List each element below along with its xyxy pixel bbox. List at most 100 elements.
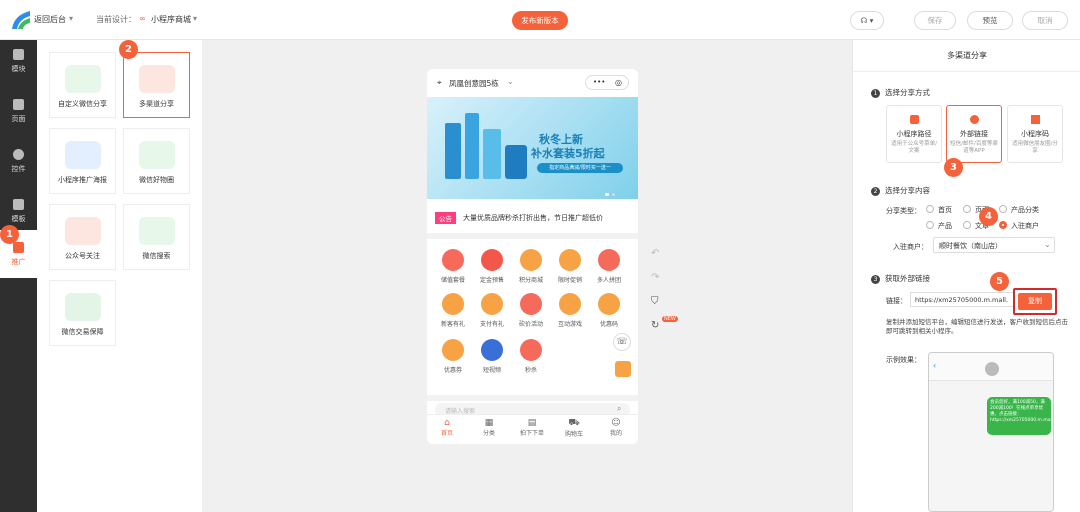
wechat-icon: [64, 65, 101, 93]
product-bottle: [483, 129, 501, 179]
carousel-dots[interactable]: [605, 189, 617, 196]
publish-new-version-button[interactable]: 发布新版本: [512, 11, 568, 30]
tab-cart[interactable]: ⛟ 购物车: [560, 418, 588, 438]
gift-card-icon: [442, 249, 464, 271]
contact-avatar: [985, 362, 999, 376]
share-arrow-icon[interactable]: ↻: [651, 320, 659, 331]
link-input-value: https://xm25705000.m.mall.: [915, 296, 1009, 304]
chevron-down-icon[interactable]: ▾: [69, 14, 73, 23]
chevron-down-icon[interactable]: ▾: [193, 14, 197, 23]
tab-home[interactable]: ⌂ 首页: [433, 418, 461, 437]
card-custom-wechat-share[interactable]: 自定义微信分享: [49, 52, 116, 118]
top-bar: 返回后台 ▾ 当前设计： ∞ 小程序商城 ▾ 发布新版本 ☊ ▾ 保存 预览 取…: [0, 0, 1080, 40]
grid-item[interactable]: 短视频: [474, 339, 510, 374]
copy-button[interactable]: 复制: [1018, 293, 1052, 310]
settings-panel: 多渠道分享 1 选择分享方式 小程序路径 适用于公众号菜单/文案 外部链接 短信/邮件…: [852, 40, 1080, 512]
grid-item[interactable]: 储值套餐: [435, 249, 471, 284]
path-icon: [909, 115, 919, 124]
capsule-menu[interactable]: ••• ◎: [585, 75, 629, 90]
grid-item[interactable]: 互动游戏: [552, 293, 588, 328]
radio-home[interactable]: 首页: [926, 205, 952, 215]
radio-product[interactable]: 产品: [926, 221, 952, 231]
preview-button[interactable]: 预览: [967, 11, 1013, 30]
step-badge-5: 5: [990, 272, 1009, 291]
merchant-select-value: 顺时餐饮（南山店）: [939, 242, 1002, 250]
banner[interactable]: 秋冬上新 补水套装5折起 指定商品满减/限时买一送一: [427, 97, 638, 199]
grid-item[interactable]: 秒杀: [513, 339, 549, 374]
nav-item-pages[interactable]: 页面: [0, 90, 37, 140]
option-miniprogram-path[interactable]: 小程序路径 适用于公众号菜单/文案: [886, 105, 942, 163]
option-miniprogram-code[interactable]: 小程序码 适用微信朋友圈/分享: [1007, 105, 1063, 163]
sms-bubble: 会员您好，满100减50，满200减100！在线点单享优惠，点击链接：https…: [987, 397, 1051, 435]
home-icon: ⌂: [444, 418, 450, 428]
seckill-icon: [520, 339, 542, 361]
grid-item[interactable]: 新客有礼: [435, 293, 471, 328]
toggle-icon: [13, 149, 24, 160]
link-input[interactable]: https://xm25705000.m.mall.: [910, 292, 1015, 307]
example-label: 示例效果：: [886, 356, 921, 364]
grid-item[interactable]: 支付有礼: [474, 293, 510, 328]
new-tag: NEW: [662, 316, 678, 322]
heart-icon: [64, 217, 101, 245]
section-share-method-title: 1 选择分享方式: [871, 87, 930, 98]
current-design-label: 当前设计：: [96, 15, 136, 24]
flash-sale-icon: [559, 249, 581, 271]
option-external-link[interactable]: 外部链接 短信/邮件/百度等渠道等APP: [946, 105, 1002, 163]
radio-product-category[interactable]: 产品分类: [999, 205, 1039, 215]
close-circle-icon[interactable]: ◎: [615, 78, 622, 87]
grid-icon: ▦: [484, 418, 494, 428]
nav-item-modules[interactable]: 模块: [0, 40, 37, 90]
grid-item[interactable]: 限时促销: [552, 249, 588, 284]
grid-item[interactable]: 多人拼团: [591, 249, 627, 284]
grid-item[interactable]: 优惠券: [435, 339, 471, 374]
search-icon[interactable]: ⌕: [617, 404, 621, 414]
notice-bar[interactable]: 公告 大量优质品牌秒杀打折出售，节日推广超低价: [427, 205, 638, 231]
theme-shirt-icon[interactable]: ⛉: [651, 296, 659, 307]
cancel-button[interactable]: 取消: [1022, 11, 1068, 30]
short-video-icon: [481, 339, 503, 361]
card-official-account-follow[interactable]: 公众号关注: [49, 204, 116, 270]
card-multichannel-share[interactable]: 多渠道分享: [123, 52, 190, 118]
grid-item[interactable]: 定金预售: [474, 249, 510, 284]
tab-category[interactable]: ▦ 分类: [475, 418, 503, 437]
card-wechat-goods-circle[interactable]: 微信好物圈: [123, 128, 190, 194]
merchant-select[interactable]: 顺时餐饮（南山店） ⌄: [933, 237, 1055, 253]
megaphone-icon: [13, 242, 24, 253]
user-icon: ☺: [611, 418, 621, 428]
bargain-icon: [520, 293, 542, 315]
tab-order[interactable]: ▤ 拍下下单: [515, 418, 549, 437]
step-badge-2: 2: [119, 40, 138, 59]
grid-item[interactable]: 砍价活动: [513, 293, 549, 328]
entry-merchant-label: 入驻商户：: [893, 243, 928, 251]
poster-icon: [64, 141, 101, 169]
grid-item[interactable]: 积分商城: [513, 249, 549, 284]
more-icon[interactable]: •••: [593, 78, 605, 86]
link-tip-text: 复制并添加短信平台，编辑短信进行发送，客户收到短信后点击即可跳转到相关小程序。: [886, 318, 1068, 335]
left-nav: 模块 页面 控件 模板 推广: [0, 40, 37, 512]
support-headset-button[interactable]: ☊ ▾: [850, 11, 884, 30]
save-button[interactable]: 保存: [914, 11, 956, 30]
nav-item-controls[interactable]: 控件: [0, 140, 37, 190]
tab-mine[interactable]: ☺ 我的: [602, 418, 630, 437]
chevron-down-icon[interactable]: ⌄: [507, 77, 514, 86]
customer-service-icon[interactable]: ☏: [613, 333, 631, 351]
presale-icon: [481, 249, 503, 271]
radio-merchant[interactable]: 入驻商户: [999, 221, 1039, 231]
cart-icon: ⛟: [568, 418, 580, 428]
card-wechat-trade-protection[interactable]: 微信交易保障: [49, 280, 116, 346]
modules-icon: [13, 49, 24, 60]
gift-box-icon[interactable]: [615, 361, 631, 377]
redo-icon[interactable]: ↷: [651, 272, 659, 283]
search-icon: [138, 217, 175, 245]
location-name[interactable]: 凤凰创意园5栋: [449, 78, 499, 89]
step-badge-1: 1: [0, 225, 19, 244]
back-to-admin-link[interactable]: 返回后台: [34, 14, 66, 25]
card-miniprogram-poster[interactable]: 小程序推广海报: [49, 128, 116, 194]
current-design-value[interactable]: 小程序商城: [151, 14, 191, 25]
grid-item[interactable]: 优惠码: [591, 293, 627, 328]
notice-text: 大量优质品牌秒杀打折出售，节日推广超低价: [463, 214, 603, 222]
panel-title: 多渠道分享: [853, 40, 1080, 72]
undo-icon[interactable]: ↶: [651, 248, 659, 259]
divider: [427, 233, 638, 239]
card-wechat-search[interactable]: 微信搜索: [123, 204, 190, 270]
